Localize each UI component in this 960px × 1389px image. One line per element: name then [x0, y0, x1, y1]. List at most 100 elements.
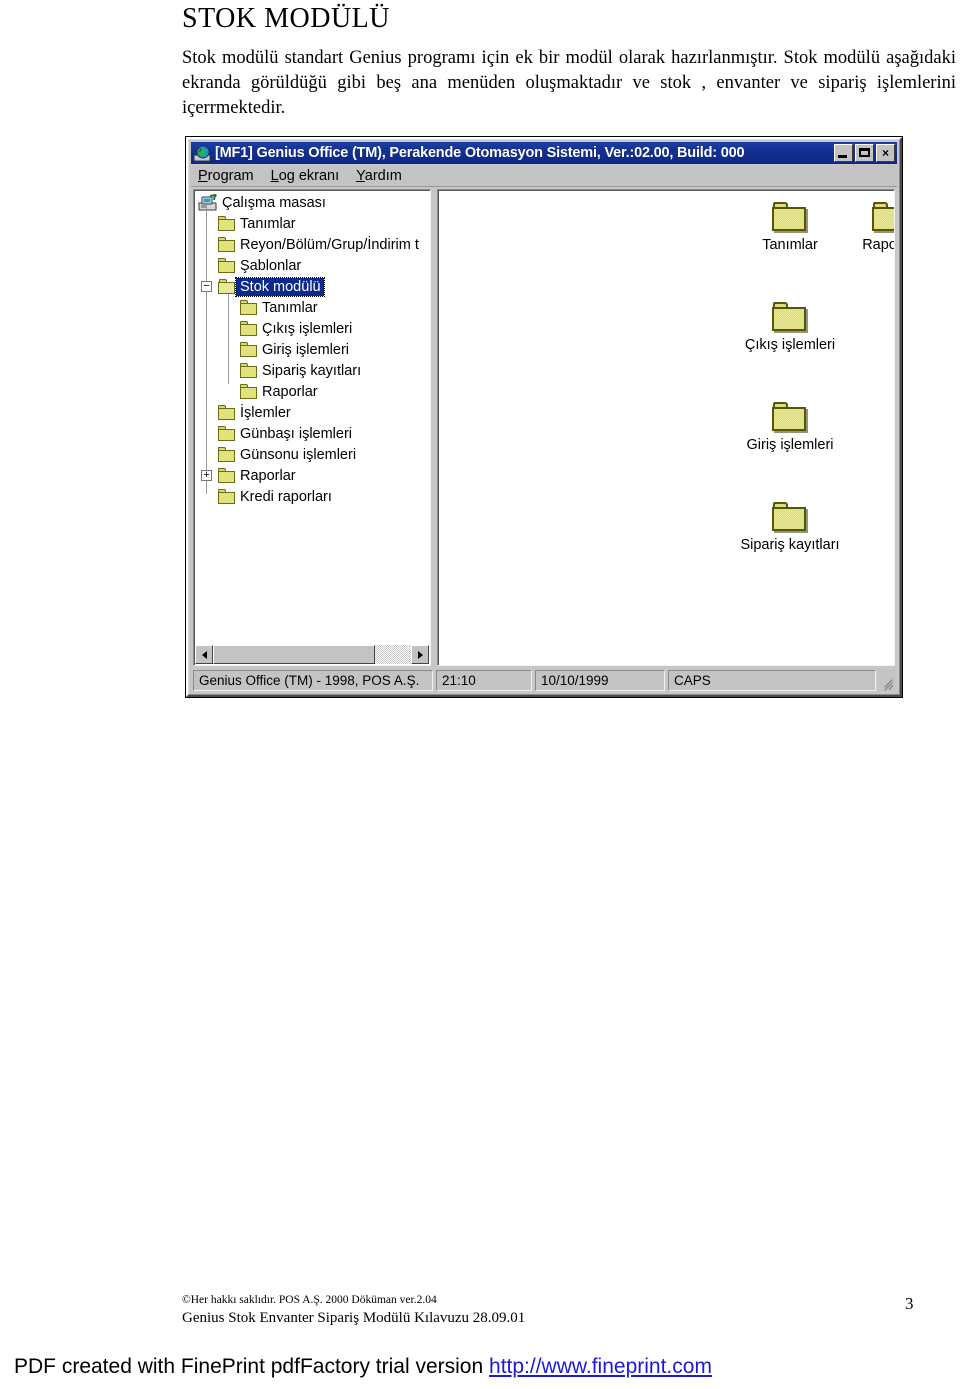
tree-item-stok-modulu[interactable]: − Stok modülü — [194, 276, 430, 297]
scroll-right-icon[interactable] — [411, 645, 429, 664]
tree-item-label: Şablonlar — [240, 257, 302, 274]
tree-item-label: Giriş işlemleri — [262, 341, 349, 358]
icon-item-giris-islemleri[interactable]: Giriş işlemleri — [730, 402, 850, 453]
status-date: 10/10/1999 — [535, 670, 665, 691]
collapse-expander-icon[interactable]: − — [201, 281, 212, 292]
tree-item-reyon-bolum-grup-indirim[interactable]: Reyon/Bölüm/Grup/İndirim t — [194, 234, 430, 255]
close-button[interactable]: × — [876, 144, 895, 162]
icon-item-cikis-islemleri[interactable]: Çıkış işlemleri — [730, 302, 850, 353]
icon-item-siparis-kayitlari[interactable]: Sipariş kayıtları — [730, 502, 850, 553]
tree-item-giris-islemleri[interactable]: Giriş işlemleri — [194, 339, 430, 360]
page-title: STOK MODÜLÜ — [182, 3, 390, 34]
menu-label-program: rogram — [207, 168, 254, 184]
application-window: [MF1] Genius Office (TM), Perakende Otom… — [186, 137, 902, 697]
tree-item-label: Raporlar — [240, 467, 296, 484]
folder-icon — [218, 237, 236, 252]
tree-item-label: Stok modülü — [235, 276, 325, 297]
scrollbar-thumb[interactable] — [213, 645, 376, 664]
folder-icon — [218, 426, 236, 441]
menu-item-yardim[interactable]: Yardım — [356, 168, 402, 184]
folder-open-icon — [218, 279, 236, 294]
tree-item-label: Raporlar — [262, 383, 318, 400]
status-app-name: Genius Office (TM) - 1998, POS A.Ş. — [193, 670, 433, 691]
tree-item-label: Reyon/Bölüm/Grup/İndirim t — [240, 236, 419, 253]
menu-accel-yardim: Y — [356, 168, 365, 184]
folder-icon — [240, 321, 258, 336]
tree-item-label: Çıkış işlemleri — [262, 320, 353, 337]
tree-item-label: Günsonu işlemleri — [240, 446, 357, 463]
tree-item-stok-tanimlar[interactable]: Tanımlar — [194, 297, 430, 318]
footer-guide-title: Genius Stok Envanter Sipariş Modülü Kıla… — [182, 1310, 526, 1326]
window-inner-frame: [MF1] Genius Office (TM), Perakende Otom… — [188, 139, 900, 695]
folder-icon — [772, 202, 808, 232]
folder-icon — [218, 258, 236, 273]
folder-icon — [240, 363, 258, 378]
folder-icon — [772, 302, 808, 332]
tree-item-tanimlar[interactable]: Tanımlar — [194, 213, 430, 234]
folder-icon — [218, 489, 236, 504]
menu-item-log-ekrani[interactable]: Log ekranı — [271, 168, 340, 184]
tree-item-label: Kredi raporları — [240, 488, 332, 505]
folder-icon — [240, 342, 258, 357]
folder-icon — [240, 384, 258, 399]
tree-item-label: Tanımlar — [262, 299, 318, 316]
tree-item-cikis-islemleri[interactable]: Çıkış işlemleri — [194, 318, 430, 339]
tree-item-gunbasi-islemleri[interactable]: Günbaşı işlemleri — [194, 423, 430, 444]
status-bar: Genius Office (TM) - 1998, POS A.Ş. 21:1… — [193, 670, 895, 691]
menu-label-log: og ekranı — [278, 168, 340, 184]
folder-icon — [240, 300, 258, 315]
tree-root-node[interactable]: Çalışma masası — [194, 192, 430, 213]
tree-root-label: Çalışma masası — [222, 194, 326, 211]
intro-paragraph: Stok modülü standart Genius programı içi… — [182, 48, 956, 118]
title-bar: [MF1] Genius Office (TM), Perakende Otom… — [191, 142, 897, 164]
scrollbar-track[interactable] — [213, 645, 411, 664]
menu-item-program[interactable]: Program — [198, 168, 254, 184]
menu-accel-log: L — [270, 168, 279, 184]
panes-container: Çalışma masası Tanımlar Reyon/Bölüm/Grup… — [193, 189, 895, 666]
icon-item-label: Çıkış işlemleri — [744, 337, 836, 353]
folder-icon — [218, 405, 236, 420]
window-controls: × — [834, 144, 895, 162]
tree-item-sablonlar[interactable]: Şablonlar — [194, 255, 430, 276]
tree-view[interactable]: Çalışma masası Tanımlar Reyon/Bölüm/Grup… — [194, 192, 430, 643]
tree-item-siparis-kayitlari[interactable]: Sipariş kayıtları — [194, 360, 430, 381]
expand-expander-icon[interactable]: + — [201, 470, 212, 481]
menu-label-yardim: ardım — [364, 168, 402, 184]
maximize-button[interactable] — [855, 144, 874, 162]
icon-panel[interactable]: Tanımlar Raporlar Çıkış işlemleri Giriş … — [437, 189, 895, 666]
minimize-button[interactable] — [834, 144, 853, 162]
icon-item-label: Sipariş kayıtları — [740, 537, 840, 553]
tree-item-label: Günbaşı işlemleri — [240, 425, 353, 442]
icon-item-label: Raporlar — [862, 237, 895, 253]
fineprint-link[interactable]: http://www.fineprint.com — [489, 1355, 712, 1378]
desktop-icon — [198, 193, 218, 211]
window-title: [MF1] Genius Office (TM), Perakende Otom… — [215, 145, 745, 161]
tree-item-islemler[interactable]: İşlemler — [194, 402, 430, 423]
icon-item-raporlar[interactable]: Raporlar — [830, 202, 895, 253]
status-caps: CAPS — [668, 670, 876, 691]
folder-icon — [218, 447, 236, 462]
tree-item-raporlar[interactable]: + Raporlar — [194, 465, 430, 486]
tree-item-stok-raporlar[interactable]: Raporlar — [194, 381, 430, 402]
folder-icon — [218, 216, 236, 231]
icon-item-label: Giriş işlemleri — [746, 437, 834, 453]
folder-icon — [218, 468, 236, 483]
footer-copyright: ©Her hakkı saklıdır. POS A.Ş. 2000 Döküm… — [182, 1294, 437, 1306]
menu-bar: Program Log ekranı Yardım — [191, 166, 897, 187]
horizontal-scrollbar[interactable] — [195, 645, 429, 664]
tree-item-kredi-raporlari[interactable]: Kredi raporları — [194, 486, 430, 507]
tree-panel[interactable]: Çalışma masası Tanımlar Reyon/Bölüm/Grup… — [193, 189, 431, 666]
scroll-left-icon[interactable] — [195, 645, 213, 664]
folder-icon — [772, 502, 808, 532]
status-time: 21:10 — [436, 670, 532, 691]
tree-item-label: Tanımlar — [240, 215, 296, 232]
folder-icon — [772, 402, 808, 432]
page-number: 3 — [905, 1294, 914, 1313]
folder-icon — [872, 202, 894, 232]
fineprint-text: PDF created with FinePrint pdfFactory tr… — [14, 1355, 490, 1378]
tree-item-gunsonu-islemleri[interactable]: Günsonu işlemleri — [194, 444, 430, 465]
tree-item-label: İşlemler — [240, 404, 291, 421]
fineprint-banner: PDF created with FinePrint pdfFactory tr… — [14, 1355, 954, 1379]
tree-item-label: Sipariş kayıtları — [262, 362, 362, 379]
resize-grip-icon[interactable] — [879, 670, 895, 691]
